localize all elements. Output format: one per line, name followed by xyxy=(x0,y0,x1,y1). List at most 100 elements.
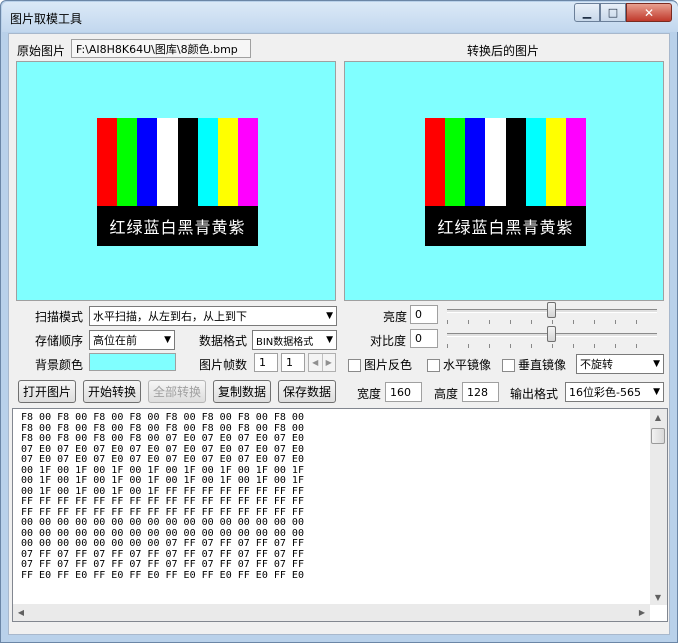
width-text: 160 xyxy=(390,385,411,399)
hex-output: F8 00 F8 00 F8 00 F8 00 F8 00 F8 00 F8 0… xyxy=(21,412,304,581)
hex-line: 00 1F 00 1F 00 1F 00 1F 00 1F 00 1F 00 1… xyxy=(21,475,304,486)
red-bar xyxy=(425,118,446,206)
start-convert-button[interactable]: 开始转换 xyxy=(83,380,141,403)
hex-line: FF FF FF FF FF FF FF FF FF FF FF FF FF F… xyxy=(21,496,304,507)
cyan-bar xyxy=(197,118,218,206)
color-caption: 红绿蓝白黑青黄紫 xyxy=(97,206,258,246)
brightness-label: 亮度 xyxy=(383,310,408,324)
chevron-down-icon: ▼ xyxy=(326,335,333,345)
hmirror-label: 水平镜像 xyxy=(443,358,492,372)
source-path-field[interactable]: F:\AI8H8K64U\图库\8颜色.bmp xyxy=(71,39,251,58)
source-path-text: F:\AI8H8K64U\图库\8颜色.bmp xyxy=(76,42,238,56)
chevron-right-icon[interactable]: ▶ xyxy=(323,354,336,371)
slider-ticks xyxy=(447,320,657,324)
frames-label: 图片帧数 xyxy=(199,358,248,372)
hex-line: 07 FF 07 FF 07 FF 07 FF 07 FF 07 FF 07 F… xyxy=(21,559,304,570)
invert-checkbox[interactable] xyxy=(348,359,361,372)
open-image-button[interactable]: 打开图片 xyxy=(18,380,76,403)
scroll-down-icon[interactable]: ▼ xyxy=(650,589,666,605)
white-bar xyxy=(485,118,506,206)
storage-order-label: 存储顺序 xyxy=(35,334,84,348)
output-format-value: 16位彩色-565 xyxy=(569,386,641,399)
scan-mode-label: 扫描模式 xyxy=(35,310,84,324)
scroll-right-icon[interactable]: ▶ xyxy=(634,604,650,620)
bg-color-swatch[interactable] xyxy=(89,353,176,371)
height-field[interactable]: 128 xyxy=(462,382,499,402)
height-text: 128 xyxy=(467,385,488,399)
chevron-down-icon: ▼ xyxy=(326,311,333,321)
contrast-text: 0 xyxy=(415,332,422,345)
scroll-up-icon[interactable]: ▲ xyxy=(650,409,666,425)
frames-total-field[interactable]: 1 xyxy=(281,353,305,372)
contrast-slider[interactable] xyxy=(447,326,657,348)
maximize-icon: □ xyxy=(607,6,619,19)
color-caption: 红绿蓝白黑青黄紫 xyxy=(425,206,586,246)
yellow-bar xyxy=(217,118,238,206)
hex-line: 00 00 00 00 00 00 00 00 00 00 00 00 00 0… xyxy=(21,517,304,528)
chevron-left-icon[interactable]: ◀ xyxy=(309,354,323,371)
bg-color-label: 背景颜色 xyxy=(35,358,84,372)
hmirror-checkbox[interactable] xyxy=(427,359,440,372)
close-button[interactable]: ✕ xyxy=(626,3,672,22)
data-format-select[interactable]: BIN数据格式 ▼ xyxy=(252,330,337,350)
horizontal-scrollbar[interactable]: ◀ ▶ xyxy=(13,604,650,621)
output-textarea[interactable]: F8 00 F8 00 F8 00 F8 00 F8 00 F8 00 F8 0… xyxy=(12,408,668,622)
hex-line: F8 00 F8 00 F8 00 F8 00 07 E0 07 E0 07 E… xyxy=(21,433,304,444)
convert-all-button[interactable]: 全部转换 xyxy=(148,380,206,403)
slider-thumb[interactable] xyxy=(547,302,556,318)
minimize-icon: ▁ xyxy=(582,6,592,19)
width-label: 宽度 xyxy=(357,387,382,401)
red-bar xyxy=(97,118,118,206)
contrast-value[interactable]: 0 xyxy=(410,329,438,348)
brightness-slider[interactable] xyxy=(447,302,657,324)
brightness-text: 0 xyxy=(415,308,422,321)
frames-current-field[interactable]: 1 xyxy=(254,353,278,372)
maximize-button[interactable]: □ xyxy=(600,3,626,22)
slider-thumb[interactable] xyxy=(547,326,556,342)
hex-line: 00 00 00 00 00 00 00 00 07 FF 07 FF 07 F… xyxy=(21,538,304,549)
scroll-thumb[interactable] xyxy=(651,428,665,444)
black-bar xyxy=(505,118,526,206)
vmirror-label: 垂直镜像 xyxy=(518,358,567,372)
source-image-panel: 红绿蓝白黑青黄紫 xyxy=(16,61,336,301)
width-field[interactable]: 160 xyxy=(385,382,422,402)
green-bar xyxy=(445,118,466,206)
data-format-label: 数据格式 xyxy=(199,334,248,348)
frames-current-text: 1 xyxy=(259,356,266,369)
save-data-button[interactable]: 保存数据 xyxy=(278,380,336,403)
source-image-label: 原始图片 xyxy=(17,44,66,58)
black-bar xyxy=(177,118,198,206)
hex-line: F8 00 F8 00 F8 00 F8 00 F8 00 F8 00 F8 0… xyxy=(21,412,304,423)
yellow-bar xyxy=(545,118,566,206)
vmirror-checkbox[interactable] xyxy=(502,359,515,372)
magenta-bar xyxy=(237,118,258,206)
converted-image-label: 转换后的图片 xyxy=(467,44,540,58)
storage-order-select[interactable]: 高位在前 ▼ xyxy=(89,330,175,350)
copy-data-button[interactable]: 复制数据 xyxy=(213,380,271,403)
hex-line: FF E0 FF E0 FF E0 FF E0 FF E0 FF E0 FF E… xyxy=(21,569,304,581)
output-format-select[interactable]: 16位彩色-565 ▼ xyxy=(565,382,664,402)
blue-bar xyxy=(137,118,158,206)
converted-image-panel: 红绿蓝白黑青黄紫 xyxy=(344,61,664,301)
data-format-value: BIN数据格式 xyxy=(256,336,314,348)
color-bars xyxy=(97,118,258,206)
invert-label: 图片反色 xyxy=(364,358,413,372)
storage-order-value: 高位在前 xyxy=(93,334,137,347)
rotate-select[interactable]: 不旋转 ▼ xyxy=(576,354,664,374)
brightness-value[interactable]: 0 xyxy=(410,305,438,324)
scan-mode-select[interactable]: 水平扫描，从左到右，从上到下 ▼ xyxy=(89,306,337,326)
blue-bar xyxy=(465,118,486,206)
frame-spinner[interactable]: ◀ ▶ xyxy=(308,353,336,372)
title-bar[interactable]: 图片取模工具 ▁ □ ✕ xyxy=(2,2,678,32)
magenta-bar xyxy=(565,118,586,206)
color-bars xyxy=(425,118,586,206)
source-image: 红绿蓝白黑青黄紫 xyxy=(97,118,258,246)
scroll-left-icon[interactable]: ◀ xyxy=(13,604,29,620)
green-bar xyxy=(117,118,138,206)
height-label: 高度 xyxy=(434,387,459,401)
minimize-button[interactable]: ▁ xyxy=(574,3,600,22)
rotate-value: 不旋转 xyxy=(580,358,613,371)
converted-image: 红绿蓝白黑青黄紫 xyxy=(425,118,586,246)
frames-total-text: 1 xyxy=(286,356,293,369)
vertical-scrollbar[interactable]: ▲ ▼ xyxy=(650,409,667,605)
